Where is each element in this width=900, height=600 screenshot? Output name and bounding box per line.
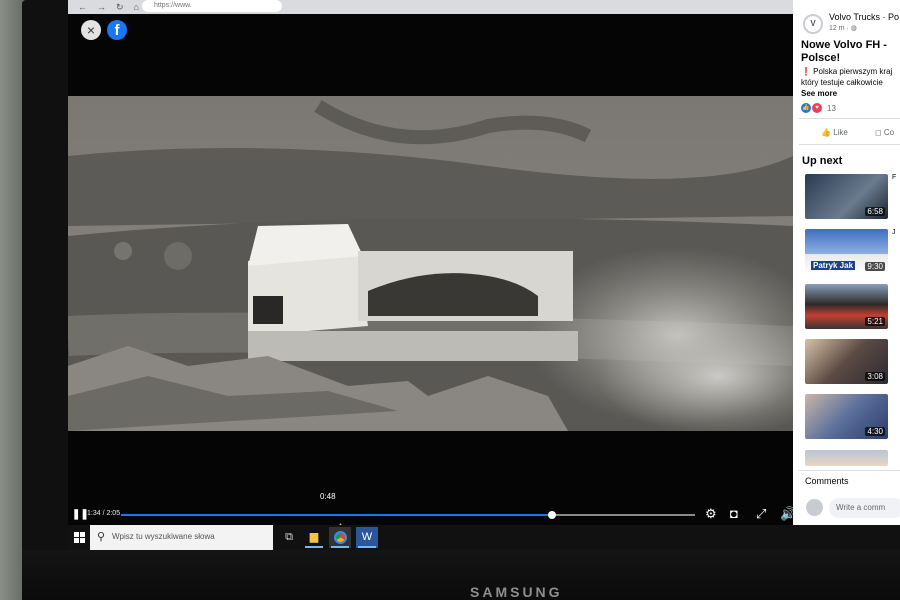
current-time: 1:34: [87, 510, 101, 517]
up-next-video-6[interactable]: [805, 450, 888, 466]
monitor-bottom-bezel: [22, 550, 900, 600]
see-more-link[interactable]: See more: [801, 89, 837, 98]
screen: ← → ↻ ⌂ https://www. × f 0:48 ❚❚ 1:34 / …: [68, 0, 900, 550]
up-next-video-1[interactable]: 6:58: [805, 174, 888, 219]
post-title-line1: Nowe Volvo FH -: [801, 39, 887, 51]
divider: [799, 144, 900, 145]
like-reaction-icon: 👍: [801, 103, 811, 113]
close-icon[interactable]: ×: [81, 20, 101, 40]
photo-scene: SAMSUNG ← → ↻ ⌂ https://www. × f 0:48 ❚❚…: [0, 0, 900, 600]
duration: 2:05: [106, 510, 121, 517]
fullscreen-icon[interactable]: ⤢: [756, 506, 766, 522]
comment-button[interactable]: ◻ Co: [875, 128, 894, 137]
post-title-line2: Polsce!: [801, 52, 841, 64]
up-next-video-2[interactable]: Patryk Jak 9:30: [805, 229, 888, 274]
browser-toolbar: ← → ↻ ⌂ https://www.: [68, 0, 793, 14]
address-bar[interactable]: https://www.: [142, 0, 282, 12]
reaction-count: 13: [827, 103, 836, 113]
post-header: V Volvo Trucks · Po 12 m · ◍: [793, 0, 900, 36]
progress-bar[interactable]: [121, 511, 695, 519]
settings-gear-icon[interactable]: ⚙: [705, 506, 717, 522]
divider: [799, 118, 900, 119]
file-explorer-icon[interactable]: ▆: [303, 527, 325, 548]
picture-in-picture-icon[interactable]: ◘: [730, 506, 738, 521]
post-text-line2: który testuje całkowicie: [801, 78, 883, 87]
hover-time-tooltip: 0:48: [320, 492, 336, 501]
video-player[interactable]: × f 0:48 ❚❚ 1:34 / 2:05 ⚙ ◘ ⤢ 🔊: [68, 14, 796, 538]
up-next-title-2[interactable]: J: [892, 229, 896, 236]
video-duration: 4:30: [865, 427, 885, 436]
post-author[interactable]: Volvo Trucks · Po: [829, 12, 899, 22]
comment-label: Co: [883, 128, 895, 137]
up-next-heading: Up next: [802, 155, 843, 167]
like-button[interactable]: 👍 Like: [821, 128, 848, 137]
like-label: Like: [833, 128, 848, 137]
progress-scrubber[interactable]: [548, 511, 557, 519]
comments-heading: Comments: [805, 476, 849, 486]
home-icon[interactable]: ⌂: [134, 2, 139, 12]
comment-icon: ◻: [875, 128, 882, 137]
taskbar-search-box[interactable]: ⚲ Wpisz tu wyszukiwane słowa: [90, 525, 273, 550]
divider: [799, 470, 900, 471]
video-duration: 3:08: [865, 372, 885, 381]
chrome-icon[interactable]: [329, 527, 351, 548]
video-frame[interactable]: ◯: [68, 96, 793, 431]
search-icon: ⚲: [97, 531, 106, 543]
progress-fill: [121, 514, 553, 516]
up-next-video-5[interactable]: 4:30: [805, 394, 888, 439]
video-still: ◯: [68, 96, 793, 431]
volvo-avatar-icon[interactable]: V: [803, 14, 823, 34]
video-caption: Patryk Jak: [811, 261, 856, 270]
video-controls: ❚❚ 1:34 / 2:05 ⚙ ◘ ⤢ 🔊: [68, 504, 796, 526]
user-avatar-icon: [806, 499, 823, 516]
post-meta: 12 m · ◍: [829, 24, 857, 32]
globe-icon: ◍: [850, 25, 857, 32]
post-text-line1: ❗ Polska pierwszym kraj: [801, 67, 893, 76]
post-time: 12 m ·: [829, 25, 849, 32]
video-duration: 5:21: [865, 317, 885, 326]
windows-start-icon[interactable]: [74, 532, 85, 543]
up-next-video-4[interactable]: 3:08: [805, 339, 888, 384]
love-reaction-icon: ♥: [812, 103, 822, 113]
reload-icon[interactable]: ↻: [116, 2, 124, 13]
word-icon[interactable]: W: [356, 527, 378, 548]
time-display: 1:34 / 2:05: [87, 510, 120, 517]
thumbs-up-icon: 👍: [821, 128, 831, 137]
back-icon[interactable]: ←: [78, 2, 87, 12]
comment-input[interactable]: Write a comm: [829, 498, 900, 518]
reactions-summary[interactable]: 👍 ♥ 13: [801, 103, 836, 113]
facebook-logo-icon[interactable]: f: [107, 20, 127, 40]
post-sidebar: V Volvo Trucks · Po 12 m · ◍ Nowe Volvo …: [793, 0, 900, 530]
monitor-brand-logo: SAMSUNG: [470, 584, 563, 600]
up-next-title-1[interactable]: F: [892, 174, 896, 181]
up-next-video-3[interactable]: 5:21: [805, 284, 888, 329]
video-duration: 9:30: [865, 262, 885, 271]
task-view-icon[interactable]: ⧉: [278, 527, 300, 548]
windows-taskbar: ⚲ Wpisz tu wyszukiwane słowa ⧉ ▆ W: [68, 525, 900, 550]
video-duration: 6:58: [865, 207, 885, 216]
search-placeholder: Wpisz tu wyszukiwane słowa: [112, 532, 215, 541]
forward-icon[interactable]: →: [97, 2, 106, 12]
